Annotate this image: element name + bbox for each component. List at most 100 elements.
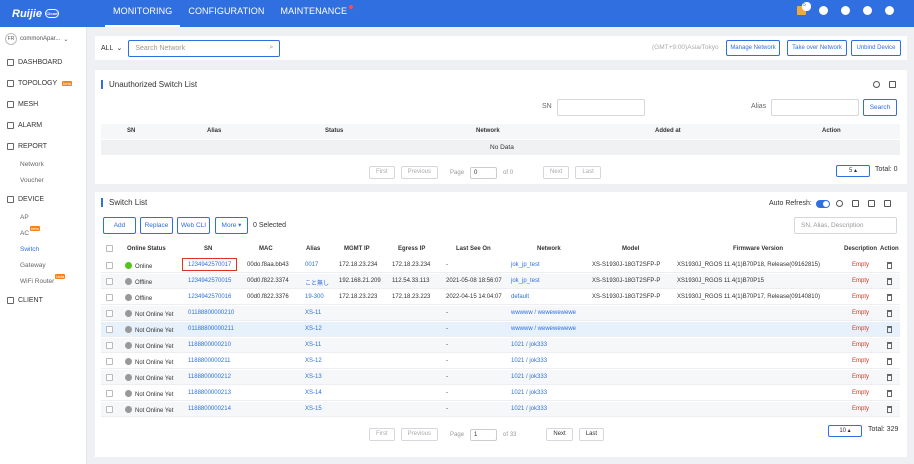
cell-alias[interactable]: XS-15 [305,406,322,412]
scope-select[interactable]: ALL ⌄ [101,44,122,53]
user-icon[interactable] [885,6,894,15]
delete-icon[interactable] [887,278,892,285]
table-row[interactable]: Offline 1234942570016 00d0.f822.3376 19-300… [101,290,900,305]
delete-icon[interactable] [887,374,892,381]
sidebar-item-voucher[interactable]: Voucher [0,173,86,189]
sidebar-item-topology[interactable]: TOPOLOGY beta [0,73,86,94]
export-icon[interactable] [852,200,859,207]
manage-network-button[interactable]: Manage Network [726,40,780,56]
cell-desc[interactable]: Empty [852,342,869,348]
cell-alias[interactable]: XS-13 [305,374,322,380]
cell-sn[interactable]: 1188800000214 [188,406,231,412]
row-checkbox[interactable] [106,406,113,413]
cell-network[interactable]: 1021 / jok333 [511,390,547,396]
fullscreen-icon[interactable] [889,81,896,88]
last-page-button[interactable]: Last [575,166,601,179]
sidebar-item-ap[interactable]: AP [0,210,86,226]
web-cli-button[interactable]: Web CLI [177,217,210,234]
page-input[interactable]: 1 [470,428,498,441]
row-checkbox[interactable] [106,310,113,317]
alias-input[interactable] [771,99,859,116]
sidebar-item-client[interactable]: CLIENT [0,290,86,311]
sn-input[interactable] [557,99,645,116]
delete-icon[interactable] [887,262,892,269]
cell-desc[interactable]: Empty [852,310,869,316]
cell-sn[interactable]: 1188800000211 [188,358,231,364]
cell-desc[interactable]: Empty [852,390,869,396]
cell-network[interactable]: jok_jp_test [511,262,540,268]
cell-desc[interactable]: Empty [852,374,869,380]
first-page-button[interactable]: First [369,428,395,441]
take-over-network-button[interactable]: Take over Network [787,40,847,56]
select-all-checkbox[interactable] [106,245,113,252]
cell-desc[interactable]: Empty [852,262,869,268]
delete-icon[interactable] [887,326,892,333]
row-checkbox[interactable] [106,262,113,269]
account-selector[interactable]: FR commonApar... ⌄ [5,32,81,46]
cell-network[interactable]: 1021 / jok333 [511,358,547,364]
refresh-icon[interactable] [836,200,843,207]
next-page-button[interactable]: Next [543,166,570,179]
more-button[interactable]: More ▾ [215,217,248,234]
row-checkbox[interactable] [106,342,113,349]
page-input[interactable]: 0 [470,166,498,179]
cell-network[interactable]: 1021 / jok333 [511,342,547,348]
prev-page-button[interactable]: Previous [400,166,439,179]
row-checkbox[interactable] [106,294,113,301]
cell-sn[interactable]: 1188800000212 [188,374,231,380]
help-icon[interactable] [841,6,850,15]
ruijie-logo[interactable]: Ruijie Cloud [0,0,60,27]
cell-desc[interactable]: Empty [852,358,869,364]
replace-button[interactable]: Replace [140,217,173,234]
add-button[interactable]: Add [103,217,136,234]
cell-alias[interactable]: こと無し [305,278,329,287]
column-settings-icon[interactable] [868,200,875,207]
cell-alias[interactable]: 19-300 [305,294,324,300]
cell-desc[interactable]: Empty [852,294,869,300]
cell-sn[interactable]: 1188800000213 [188,390,231,396]
table-row[interactable]: Not Online Yet 1188800000213 XS-14 - 1021 / … [101,386,900,401]
cell-alias[interactable]: 0017 [305,262,318,268]
cell-alias[interactable]: XS-12 [305,358,322,364]
page-size-select[interactable]: 10 ▴ [828,425,862,437]
switch-search-input[interactable]: SN, Alias, Description [794,217,897,234]
cell-network[interactable]: default [511,294,529,300]
settings-icon[interactable] [819,6,828,15]
cell-desc[interactable]: Empty [852,278,869,284]
cell-sn[interactable]: 01188800000210 [188,310,234,316]
row-checkbox[interactable] [106,278,113,285]
table-row[interactable]: Not Online Yet 01188800000210 XS-11 - wwwww … [101,306,900,321]
cell-sn[interactable]: 01188800000211 [188,326,234,332]
cell-sn[interactable]: 1234942570015 [188,278,231,284]
search-button[interactable]: Search [863,99,897,116]
table-row[interactable]: Not Online Yet 1188800000210 XS-11 - 1021 / … [101,338,900,353]
row-checkbox[interactable] [106,358,113,365]
prev-page-button[interactable]: Previous [400,428,439,441]
sidebar-item-network[interactable]: Network [0,157,86,173]
cell-alias[interactable]: XS-11 [305,342,321,348]
row-checkbox[interactable] [106,390,113,397]
cell-desc[interactable]: Empty [852,406,869,412]
cell-network[interactable]: 1021 / jok333 [511,374,547,380]
cell-network[interactable]: 1021 / jok333 [511,406,547,412]
delete-icon[interactable] [887,358,892,365]
next-page-button[interactable]: Next [546,428,573,441]
message-icon[interactable]: 5 [797,2,811,15]
table-row[interactable]: Not Online Yet 1188800000212 XS-13 - 1021 / … [101,370,900,385]
unbind-device-button[interactable]: Unbind Device [851,40,901,56]
cell-desc[interactable]: Empty [852,326,869,332]
table-row[interactable]: Not Online Yet 1188800000211 XS-12 - 1021 / … [101,354,900,369]
cell-network[interactable]: wwwww / wewewewewe [511,326,576,332]
last-page-button[interactable]: Last [578,428,605,441]
table-row[interactable]: Not Online Yet 1188800000214 XS-15 - 1021 / … [101,402,900,417]
sidebar-item-device[interactable]: DEVICE [0,189,86,210]
sidebar-item-alarm[interactable]: ALARM [0,115,86,136]
language-icon[interactable] [863,6,872,15]
delete-icon[interactable] [887,342,892,349]
cell-alias[interactable]: XS-11 [305,310,321,316]
table-row[interactable]: Offline 1234942570015 00d0.f822.3374 こと無し 19… [101,274,900,289]
first-page-button[interactable]: First [369,166,395,179]
delete-icon[interactable] [887,310,892,317]
sidebar-item-switch[interactable]: Switch [0,242,86,258]
table-row[interactable]: Not Online Yet 01188800000211 XS-12 - wwwww … [101,322,900,337]
